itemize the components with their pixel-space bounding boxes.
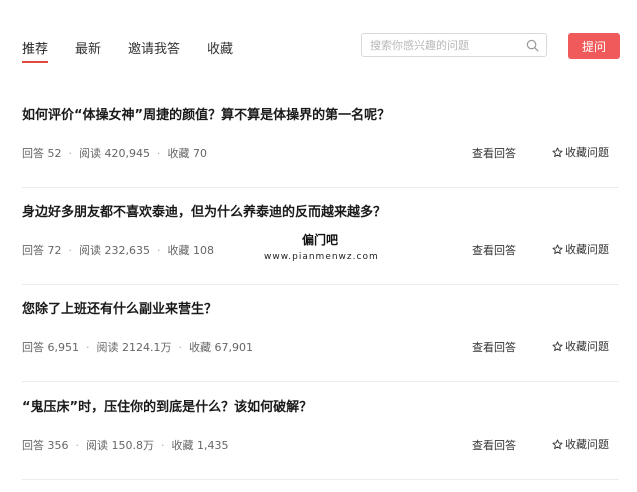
question-title[interactable]: 您除了上班还有什么副业来营生？	[22, 298, 217, 317]
separator-dot: ·	[156, 147, 161, 160]
read-count: 阅读 420,945	[79, 147, 150, 160]
collect-label: 收藏问题	[565, 340, 609, 353]
divider	[22, 381, 619, 382]
collect-label: 收藏问题	[565, 243, 609, 256]
separator-dot: ·	[178, 341, 183, 354]
collect-label: 收藏问题	[565, 146, 609, 159]
collect-question-button[interactable]: 收藏问题	[552, 436, 609, 452]
ask-question-button[interactable]: 提问	[568, 33, 620, 59]
separator-dot: ·	[68, 244, 73, 257]
view-answers-link[interactable]: 查看回答	[472, 437, 516, 453]
search-input[interactable]	[370, 34, 520, 56]
search-icon[interactable]	[526, 39, 539, 52]
separator-dot: ·	[86, 341, 90, 354]
favorite-count: 收藏 108	[167, 244, 214, 257]
star-icon	[552, 147, 563, 158]
search-box	[361, 33, 547, 57]
read-count: 阅读 2124.1万	[96, 341, 172, 354]
answer-count: 回答 356	[22, 439, 69, 452]
watermark-title: 偏门吧	[301, 233, 338, 247]
question-stats: 回答 72 · 阅读 232,635 · 收藏 108	[22, 242, 214, 258]
divider	[22, 187, 619, 188]
star-icon	[552, 439, 563, 450]
separator-dot: ·	[75, 439, 80, 452]
question-stats: 回答 52 · 阅读 420,945 · 收藏 70	[22, 145, 207, 161]
tab-favorites[interactable]: 收藏	[207, 38, 233, 57]
answer-count: 回答 6,951	[22, 341, 79, 354]
question-item: “鬼压床”时，压住你的到底是什么？该如何破解？ 回答 356 · 阅读 150.8万…	[22, 396, 619, 492]
star-icon	[552, 244, 563, 255]
question-stats: 回答 6,951 · 阅读 2124.1万 · 收藏 67,901	[22, 339, 253, 355]
question-stats: 回答 356 · 阅读 150.8万 · 收藏 1,435	[22, 437, 229, 453]
favorite-count: 收藏 70	[167, 147, 207, 160]
question-title[interactable]: 如何评价“体操女神”周捷的颜值？算不算是体操界的第一名呢？	[22, 104, 390, 123]
tab-invited[interactable]: 邀请我答	[128, 38, 180, 57]
answer-count: 回答 72	[22, 244, 62, 257]
favorite-count: 收藏 1,435	[171, 439, 229, 452]
watermark-url: www.pianmenwz.com	[264, 252, 379, 262]
view-answers-link[interactable]: 查看回答	[472, 339, 516, 355]
star-icon	[552, 341, 563, 352]
collect-question-button[interactable]: 收藏问题	[552, 144, 609, 160]
separator-dot: ·	[161, 439, 165, 452]
collect-label: 收藏问题	[565, 438, 609, 451]
divider	[22, 284, 619, 285]
separator-dot: ·	[156, 244, 161, 257]
view-answers-link[interactable]: 查看回答	[472, 242, 516, 258]
active-tab-indicator	[22, 61, 48, 63]
tab-latest[interactable]: 最新	[75, 38, 101, 57]
collect-question-button[interactable]: 收藏问题	[552, 338, 609, 354]
collect-question-button[interactable]: 收藏问题	[552, 241, 609, 257]
top-bar: 推荐 最新 邀请我答 收藏 提问	[0, 0, 637, 70]
question-title[interactable]: “鬼压床”时，压住你的到底是什么？该如何破解？	[22, 396, 312, 415]
question-item: 如何评价“体操女神”周捷的颜值？算不算是体操界的第一名呢？ 回答 52 · 阅读 4…	[22, 104, 619, 200]
separator-dot: ·	[68, 147, 73, 160]
favorite-count: 收藏 67,901	[189, 341, 253, 354]
question-item: 您除了上班还有什么副业来营生？ 回答 6,951 · 阅读 2124.1万 · 收藏 6…	[22, 298, 619, 394]
read-count: 阅读 150.8万	[86, 439, 154, 452]
view-answers-link[interactable]: 查看回答	[472, 145, 516, 161]
answer-count: 回答 52	[22, 147, 62, 160]
question-title[interactable]: 身边好多朋友都不喜欢泰迪，但为什么养泰迪的反而越来越多？	[22, 201, 386, 220]
tab-recommended[interactable]: 推荐	[22, 38, 48, 57]
divider	[22, 479, 619, 480]
watermark: 偏门吧 www.pianmenwz.com	[264, 231, 379, 262]
read-count: 阅读 232,635	[79, 244, 150, 257]
